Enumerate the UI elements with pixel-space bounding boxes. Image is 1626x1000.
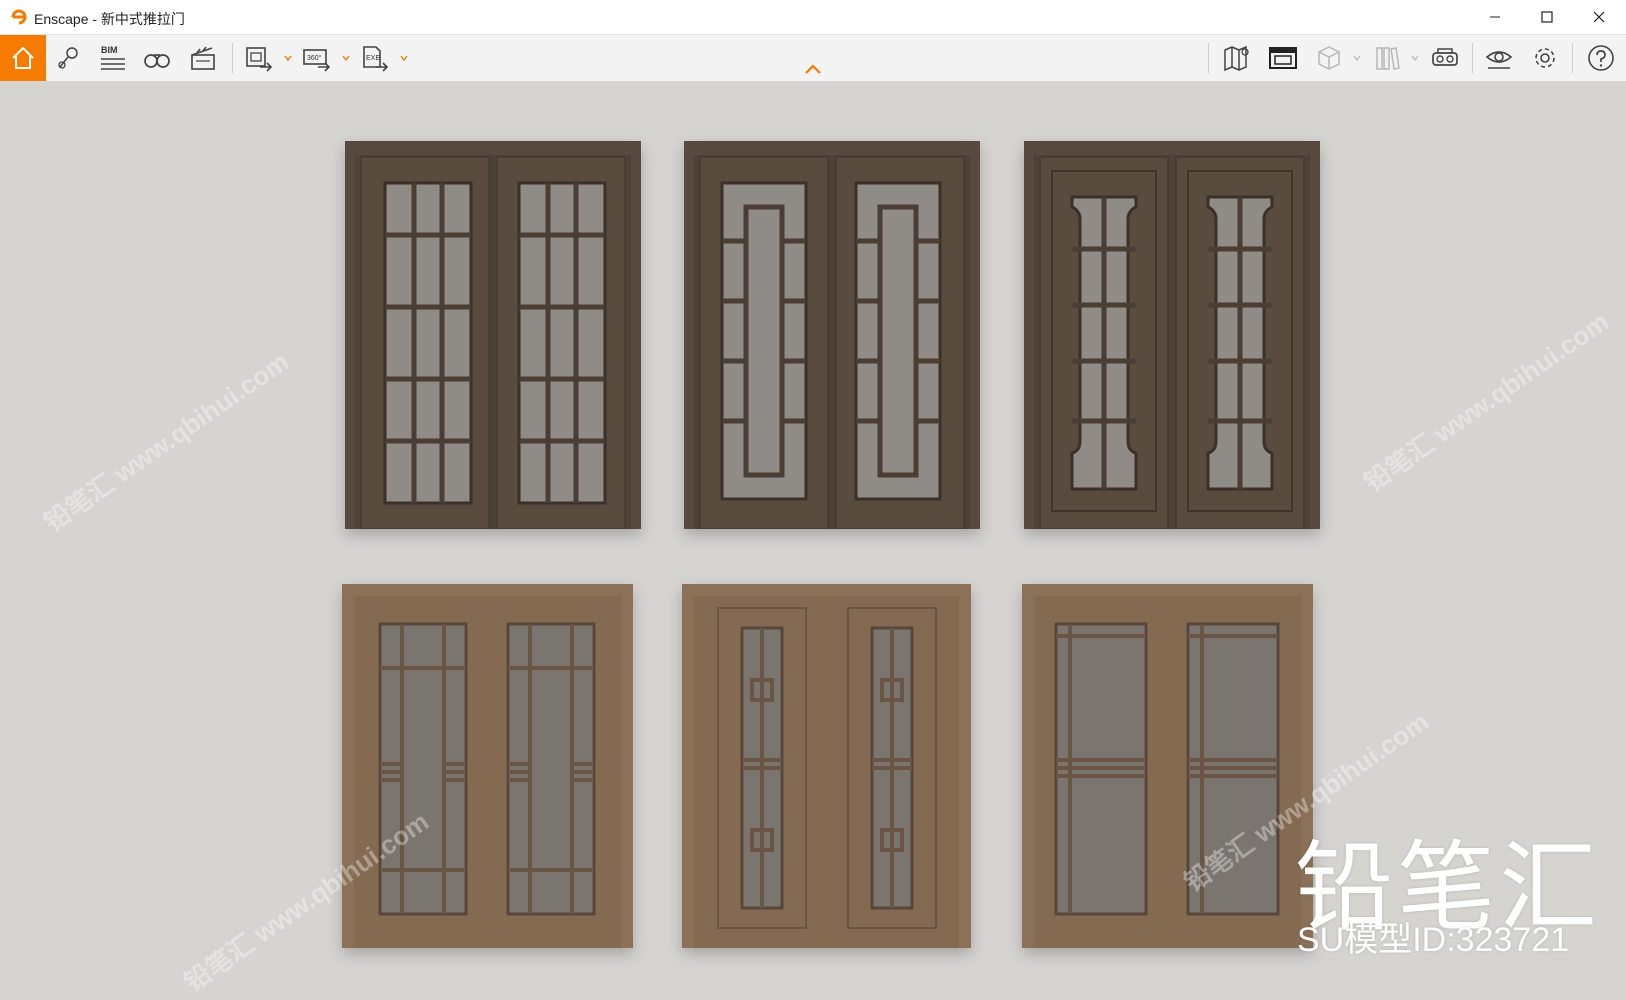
toolbar-separator (1208, 43, 1209, 73)
title-bar: Enscape - 新中式推拉门 (0, 0, 1626, 35)
chevron-down-icon[interactable] (399, 53, 409, 63)
collapse-toolbar-chevron-up-icon[interactable] (801, 62, 825, 76)
door-model-light-bars (342, 584, 633, 948)
close-button[interactable] (1576, 0, 1622, 34)
map-icon (1224, 45, 1249, 72)
export-screenshot-icon (246, 47, 273, 72)
asset-library-icon (1269, 47, 1297, 69)
door-model-dark-frame (684, 141, 980, 529)
enscape-logo-icon (11, 9, 27, 25)
help-button[interactable] (1584, 42, 1618, 74)
books-icon (1376, 47, 1400, 70)
minimize-button[interactable] (1472, 0, 1518, 34)
home-button[interactable] (0, 35, 46, 81)
cube-icon (1318, 46, 1340, 70)
panorama-label: 360° (307, 54, 322, 62)
export-exe-button[interactable]: EXE (358, 42, 392, 74)
toolbar: BIM 360° EXE (0, 35, 1626, 82)
render-viewport[interactable]: 铅笔汇 www.qbihui.com 铅笔汇 www.qbihui.com 铅笔… (0, 82, 1626, 1000)
watermark-model-id: SU模型ID:323721 (1297, 921, 1570, 959)
export-exe-icon: EXE (363, 46, 389, 72)
export-panorama-button[interactable]: 360° (300, 42, 334, 74)
door-model-dark-notched (1024, 141, 1320, 529)
toolbar-separator (1472, 43, 1473, 73)
pin-views-icon (58, 47, 78, 69)
vr-headset-button[interactable] (1428, 42, 1462, 74)
close-icon (1593, 11, 1605, 23)
asset-library-button[interactable] (1266, 42, 1300, 74)
eye-icon (1485, 51, 1513, 69)
cube-button[interactable] (1312, 42, 1346, 74)
watermark-repeat: 铅笔汇 www.qbihui.com (1358, 306, 1614, 498)
gear-icon (1535, 48, 1555, 68)
bim-button[interactable]: BIM (96, 42, 130, 74)
home-icon (12, 46, 34, 69)
clapperboard-icon (191, 46, 215, 70)
map-button[interactable] (1220, 42, 1254, 74)
export-screenshot-button[interactable] (242, 42, 276, 74)
chevron-down-icon[interactable] (283, 53, 293, 63)
help-icon (1588, 45, 1614, 71)
chevron-down-icon[interactable] (1410, 53, 1420, 63)
views-button[interactable] (52, 42, 86, 74)
video-editor-button[interactable] (186, 42, 220, 74)
toolbar-separator (232, 43, 233, 73)
bim-label: BIM (101, 45, 118, 55)
door-model-dark-grid (345, 141, 641, 529)
chevron-down-icon[interactable] (341, 53, 351, 63)
books-button[interactable] (1370, 42, 1404, 74)
visual-settings-button[interactable] (1482, 42, 1516, 74)
watermark-repeat: 铅笔汇 www.qbihui.com (38, 346, 294, 538)
settings-button[interactable] (1528, 42, 1562, 74)
bim-icon: BIM (101, 45, 125, 70)
minimize-icon (1490, 16, 1500, 18)
maximize-button[interactable] (1524, 0, 1570, 34)
binoculars-icon (144, 54, 170, 68)
door-model-light-medallion (682, 584, 971, 948)
door-model-light-lines (1022, 584, 1313, 948)
maximize-icon (1541, 11, 1553, 23)
chevron-down-icon[interactable] (1352, 53, 1362, 63)
binoculars-button[interactable] (140, 42, 174, 74)
vr-headset-icon (1432, 48, 1458, 66)
toolbar-separator (1572, 43, 1573, 73)
export-panorama-icon: 360° (303, 49, 331, 72)
window-title: Enscape - 新中式推拉门 (34, 11, 185, 27)
exe-label: EXE (366, 55, 380, 62)
